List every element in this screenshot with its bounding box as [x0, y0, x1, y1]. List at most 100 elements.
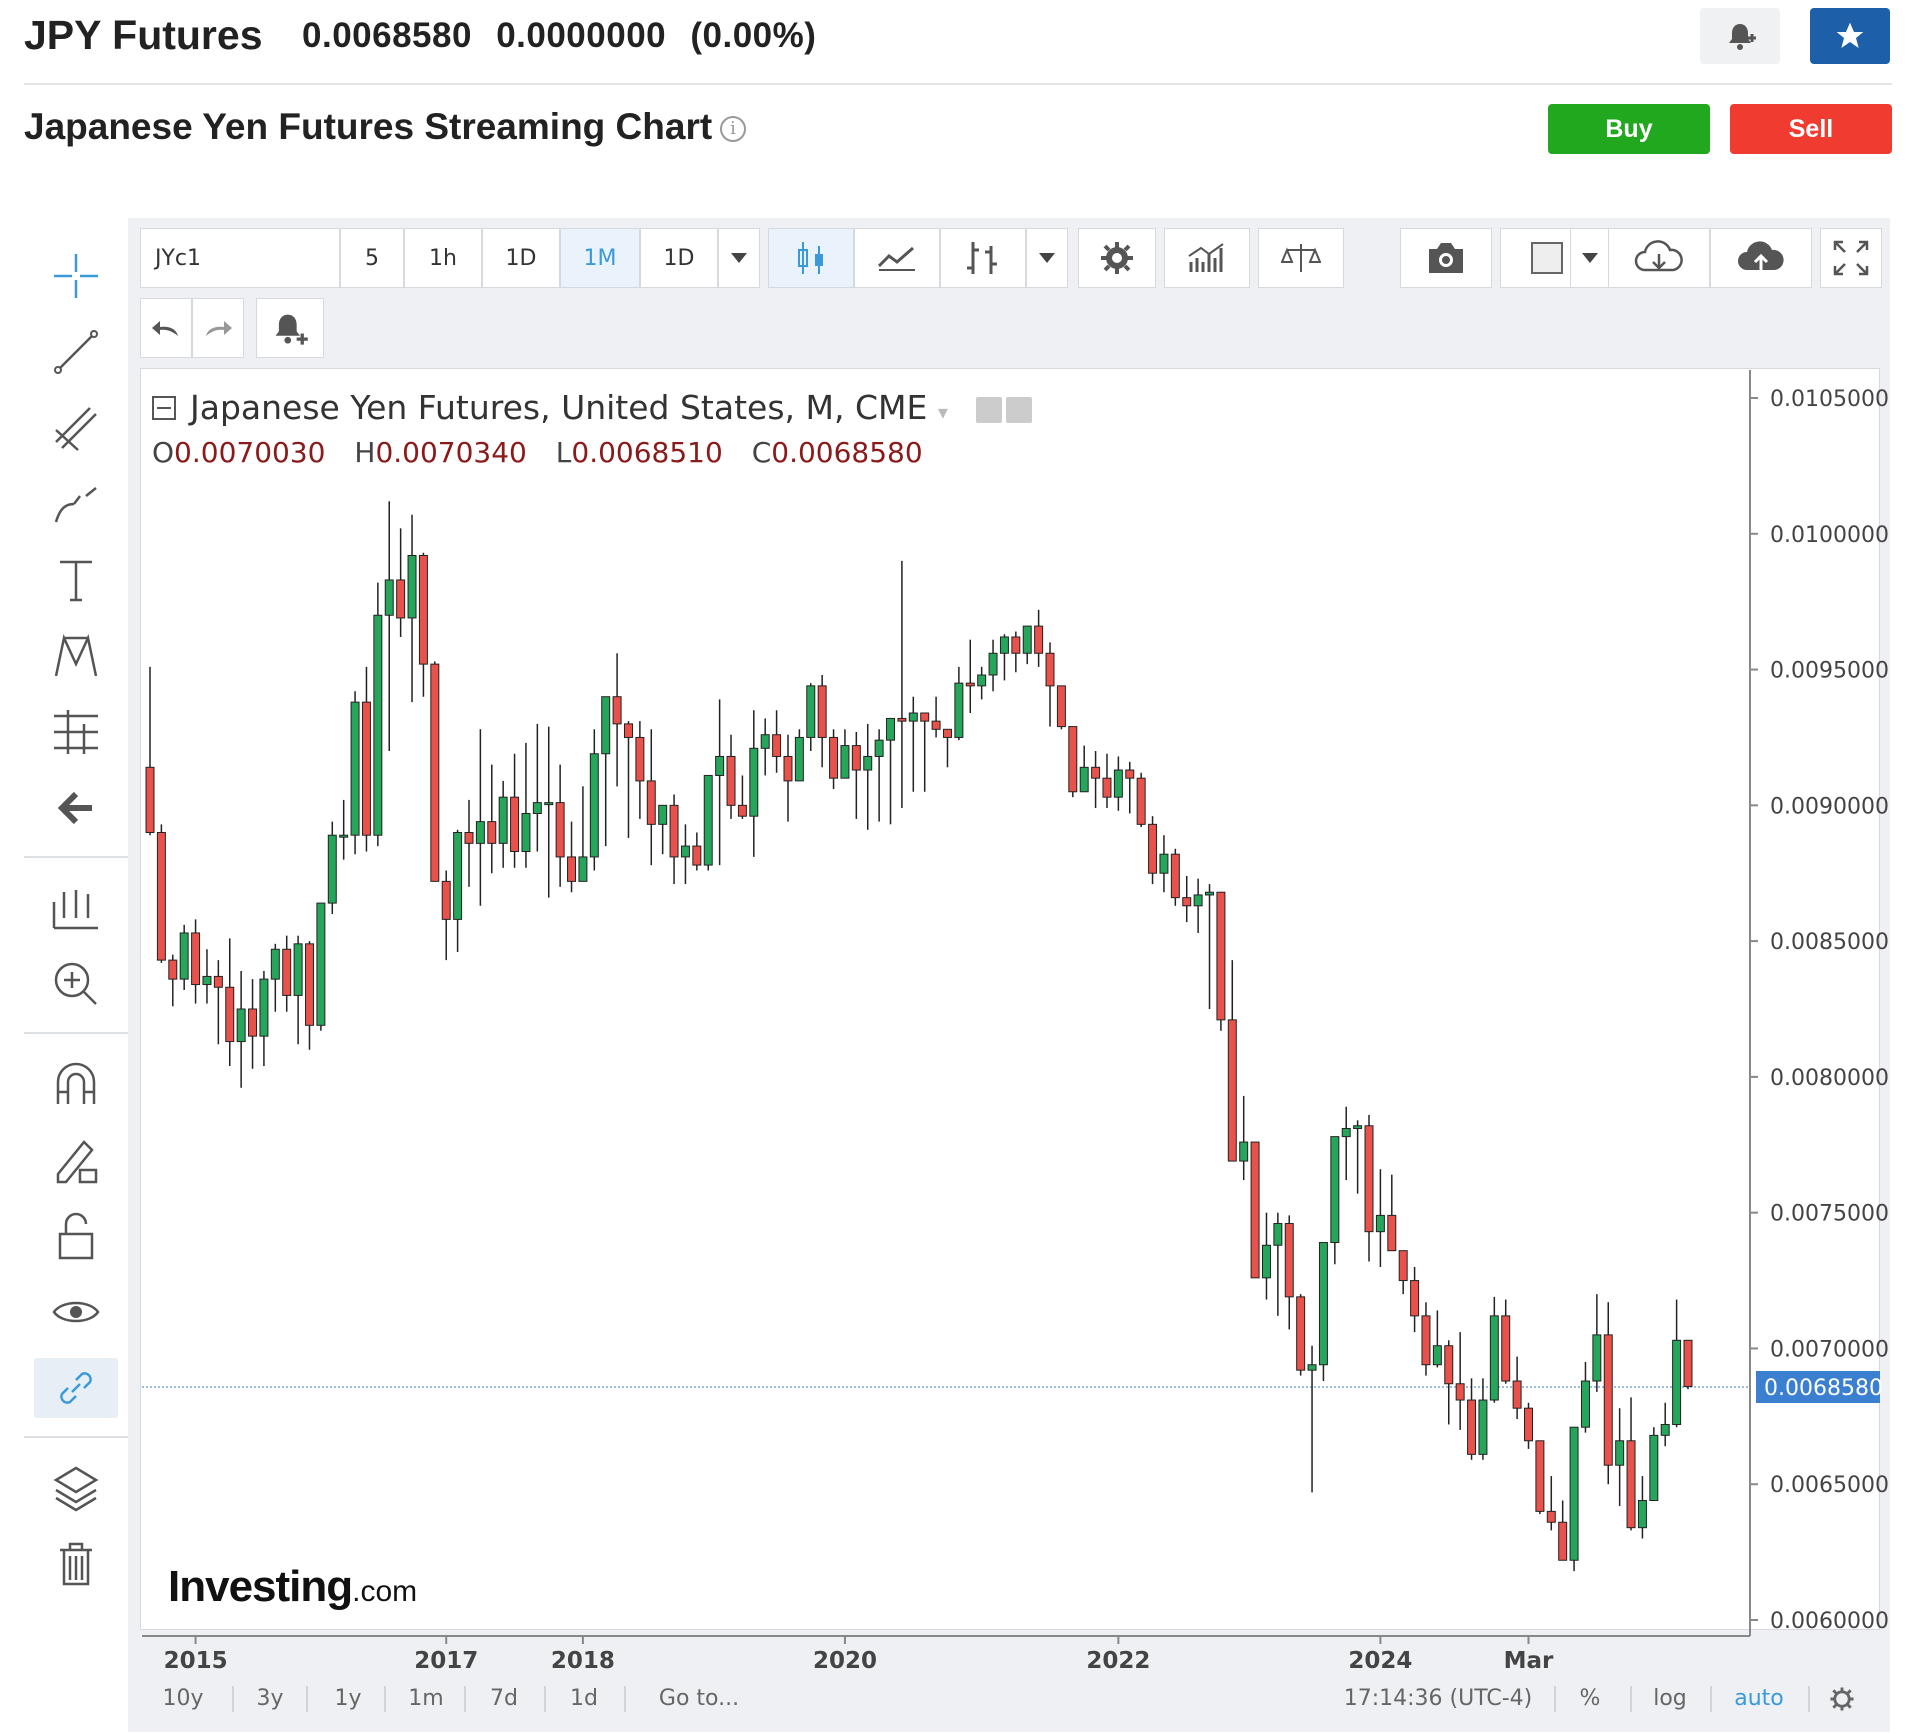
legend-title: Japanese Yen Futures, United States, M, … [190, 388, 1033, 427]
cloud-upload-icon [1738, 241, 1784, 270]
bell-plus-icon [275, 314, 308, 345]
interval-1h[interactable]: 1h [404, 228, 482, 288]
crosshair-icon[interactable] [24, 246, 128, 306]
logo-main: Investing [168, 1562, 353, 1611]
candles-icon [798, 242, 823, 274]
settings-button[interactable] [1078, 228, 1156, 288]
chevron-down-icon [1039, 253, 1055, 263]
legend-ohlc: O0.0070030 H0.0070340 L0.0068510 C0.0068… [152, 436, 943, 469]
tool-separator [24, 856, 128, 858]
magnet-icon[interactable] [24, 1054, 128, 1114]
chart-type-dropdown[interactable] [1026, 228, 1068, 288]
range-7d[interactable]: 7d [484, 1672, 524, 1726]
buy-button[interactable]: Buy [1548, 104, 1710, 154]
separator [1630, 1686, 1632, 1712]
trend-line-icon[interactable] [24, 322, 128, 382]
pitchfork-icon[interactable] [24, 398, 128, 458]
star-icon [1836, 22, 1864, 48]
auto-scale-toggle[interactable]: auto [1726, 1672, 1792, 1726]
separator [1554, 1686, 1556, 1712]
zoom-in-icon[interactable] [24, 954, 128, 1014]
camera-icon [1429, 243, 1463, 273]
header: JPY Futures 0.0068580 0.0000000 (0.00%) [24, 0, 1892, 85]
download-button[interactable] [1608, 228, 1710, 288]
screenshot-button[interactable] [1400, 228, 1492, 288]
upload-button[interactable] [1710, 228, 1812, 288]
quote-line: 0.0068580 0.0000000 (0.00%) [302, 16, 830, 56]
symbol-title: JPY Futures [24, 12, 263, 58]
redo-button[interactable] [192, 298, 244, 358]
interval-5[interactable]: 5 [340, 228, 404, 288]
brush-icon[interactable] [24, 474, 128, 534]
page: { "header": { "symbol": "JPY Futures", "… [0, 0, 1912, 1734]
back-arrow-icon[interactable] [24, 778, 128, 838]
cloud-download-icon [1634, 240, 1683, 272]
layers-icon[interactable] [24, 1458, 128, 1518]
interval-1d[interactable]: 1D [482, 228, 560, 288]
legend-title-text: Japanese Yen Futures, United States, M, … [190, 388, 928, 427]
log-toggle[interactable]: log [1648, 1672, 1692, 1726]
unlock-icon[interactable] [24, 1206, 128, 1266]
separator [544, 1686, 546, 1712]
visibility-icon[interactable] [976, 396, 1003, 423]
investing-logo: Investing.com [168, 1562, 417, 1612]
interval-1m[interactable]: 1M [560, 228, 640, 288]
color-icon [1531, 242, 1563, 274]
trash-icon[interactable] [24, 1534, 128, 1594]
interval-dropdown[interactable] [718, 228, 760, 288]
goto-button[interactable]: Go to... [644, 1672, 754, 1726]
separator [232, 1686, 234, 1712]
range-1m[interactable]: 1m [404, 1672, 448, 1726]
close-label: C [751, 436, 772, 469]
series-settings-icon[interactable] [1006, 396, 1033, 423]
link-icon[interactable] [34, 1358, 118, 1418]
tool-separator [24, 1032, 128, 1034]
legend-dropdown-icon[interactable]: ▾ [938, 400, 948, 424]
lock-drawing-icon[interactable] [24, 1130, 128, 1190]
measure-icon[interactable] [24, 878, 128, 938]
page-title: Japanese Yen Futures Streaming Chart [24, 106, 713, 147]
high-value: 0.0070340 [375, 436, 527, 469]
fib-icon[interactable] [24, 702, 128, 762]
color-dropdown[interactable] [1570, 228, 1610, 288]
add-alert-button[interactable] [1700, 8, 1780, 64]
eye-icon[interactable] [24, 1282, 128, 1342]
range-bar: 10y 3y 1y 1m 7d 1d Go to... 17:14:36 (UT… [140, 1672, 1880, 1726]
collapse-legend-icon[interactable] [152, 396, 176, 420]
sell-button[interactable]: Sell [1730, 104, 1892, 154]
undo-button[interactable] [140, 298, 192, 358]
separator [306, 1686, 308, 1712]
watchlist-star-button[interactable] [1810, 8, 1890, 64]
candles-button[interactable] [768, 228, 854, 288]
pattern-icon[interactable] [24, 626, 128, 686]
price-change-pct: (0.00%) [690, 16, 817, 55]
fullscreen-button[interactable] [1820, 228, 1882, 288]
separator [384, 1686, 386, 1712]
symbol-input[interactable]: JYc1 [140, 228, 340, 288]
open-value: 0.0070030 [174, 436, 326, 469]
price-change: 0.0000000 [496, 16, 667, 55]
low-value: 0.0068510 [571, 436, 723, 469]
bars-button[interactable] [940, 228, 1026, 288]
range-10y[interactable]: 10y [158, 1672, 208, 1726]
range-3y[interactable]: 3y [250, 1672, 290, 1726]
chart-pane[interactable] [140, 368, 1880, 1630]
separator [1710, 1686, 1712, 1712]
compare-button[interactable] [1258, 228, 1344, 288]
text-icon[interactable] [24, 550, 128, 610]
info-icon[interactable]: i [720, 116, 746, 142]
chart-alert-button[interactable] [256, 298, 324, 358]
scale-settings-button[interactable] [1822, 1672, 1862, 1726]
chevron-down-icon [1582, 253, 1598, 263]
range-1d[interactable]: 1d [564, 1672, 604, 1726]
separator [464, 1686, 466, 1712]
gear-icon [1830, 1687, 1854, 1711]
percent-toggle[interactable]: % [1570, 1672, 1610, 1726]
bell-plus-icon [1729, 24, 1756, 50]
range-1y[interactable]: 1y [328, 1672, 368, 1726]
line-chart-button[interactable] [854, 228, 940, 288]
indicators-button[interactable] [1164, 228, 1250, 288]
chevron-down-icon [731, 253, 747, 263]
indicators-icon [1188, 243, 1224, 272]
interval-1d-alt[interactable]: 1D [640, 228, 718, 288]
